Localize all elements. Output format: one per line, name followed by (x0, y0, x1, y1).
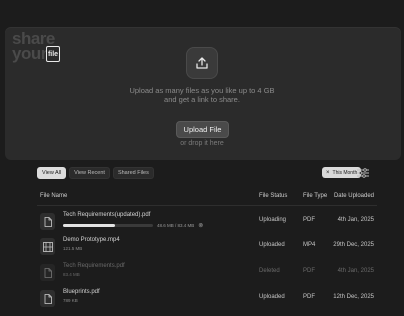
upload-file-button[interactable]: Upload File (176, 121, 229, 138)
close-icon[interactable]: × (326, 170, 330, 176)
tab-shared-files[interactable]: Shared Files (112, 167, 154, 179)
brand-line-2: your (12, 44, 47, 63)
file-size: 789 KB (63, 298, 78, 303)
close-icon[interactable]: ⊗ (198, 222, 203, 229)
upload-progress: 48.6 MB / 83.4 MB ⊗ (63, 222, 203, 229)
file-date: 29th Dec, 2025 (333, 242, 374, 248)
table-row[interactable]: Demo Prototype.mp4 121.5 MB Uploaded MP4… (37, 236, 377, 260)
file-name: Blueprints.pdf (63, 289, 100, 295)
brand-logo: share your file (12, 30, 82, 71)
view-tabs: View All View Recent Shared Files (37, 167, 154, 179)
file-type: MP4 (303, 242, 316, 248)
header-divider (37, 205, 377, 206)
document-icon (40, 290, 55, 307)
tab-view-recent[interactable]: View Recent (69, 167, 110, 179)
progress-fill (63, 224, 116, 227)
brand-badge: file (46, 46, 60, 62)
file-status: Uploaded (259, 242, 285, 248)
column-date-uploaded[interactable]: Date Uploaded (334, 193, 374, 199)
document-icon (40, 213, 55, 230)
file-type: PDF (303, 268, 315, 274)
tab-view-all[interactable]: View All (37, 167, 67, 179)
file-name: Tech Requirements.pdf (63, 263, 125, 269)
file-name: Tech Requirements(updated).pdf (63, 212, 151, 218)
filter-label: This Month (332, 169, 358, 176)
upload-description-line-2: and get a link to share. (164, 95, 240, 104)
progress-bar (63, 224, 153, 227)
column-file-status[interactable]: File Status (259, 193, 287, 199)
upload-icon[interactable] (186, 47, 218, 79)
file-status: Deleted (259, 268, 280, 274)
file-type: PDF (303, 217, 315, 223)
video-icon (40, 238, 55, 255)
document-icon (40, 264, 55, 281)
sliders-icon[interactable] (356, 166, 370, 180)
file-size: 121.5 MB (63, 246, 83, 251)
progress-text: 48.6 MB / 83.4 MB (157, 223, 195, 228)
table-row[interactable]: Tech Requirements.pdf 83.4 MB Deleted PD… (37, 262, 377, 286)
file-date: 4th Jan, 2025 (337, 217, 374, 223)
column-file-type[interactable]: File Type (303, 193, 327, 199)
file-status: Uploaded (259, 294, 285, 300)
file-name: Demo Prototype.mp4 (63, 237, 120, 243)
table-row[interactable]: Tech Requirements(updated).pdf 48.6 MB /… (37, 211, 377, 235)
table-row[interactable]: Blueprints.pdf 789 KB Uploaded PDF 12th … (37, 288, 377, 312)
file-status: Uploading (259, 217, 287, 223)
drop-hint: or drop it here (180, 140, 224, 147)
column-file-name[interactable]: File Name (40, 193, 67, 199)
file-size: 83.4 MB (63, 272, 80, 277)
file-type: PDF (303, 294, 315, 300)
file-date: 4th Jan, 2025 (337, 268, 374, 274)
file-date: 12th Dec, 2025 (333, 294, 374, 300)
table-header: File Name File Status File Type Date Upl… (37, 191, 377, 203)
